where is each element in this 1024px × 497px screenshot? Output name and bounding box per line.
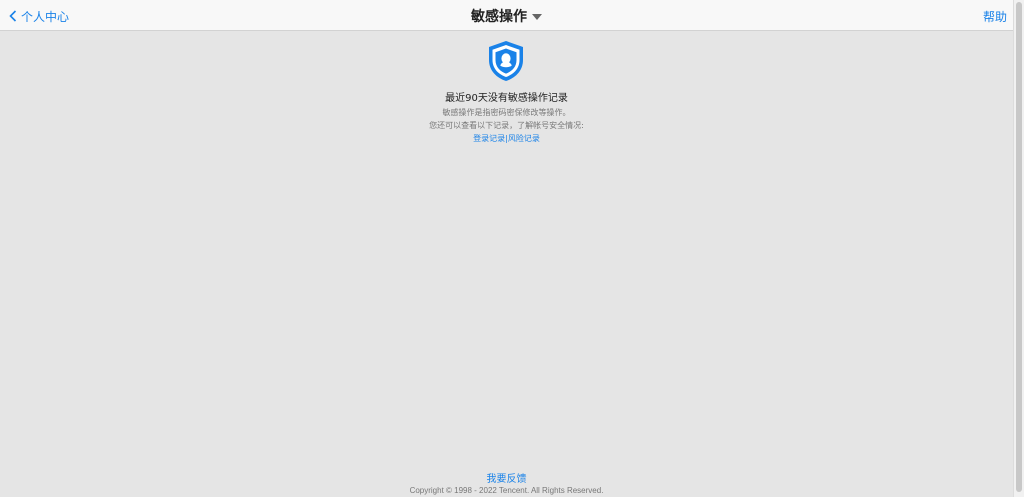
title-container: 敏感操作 (0, 6, 1013, 26)
scrollbar-thumb[interactable] (1016, 2, 1022, 492)
empty-state-title: 最近90天没有敏感操作记录 (445, 93, 568, 104)
page: 个人中心 敏感操作 帮助 最近90天没有敏感操作记录 敏感操作是指密码密保修改等… (0, 0, 1013, 497)
help-link[interactable]: 帮助 (983, 8, 1007, 25)
feedback-container: 我要反馈 (0, 470, 1013, 485)
page-title: 敏感操作 (471, 9, 527, 25)
empty-state-description-line1: 敏感操作是指密码密保修改等操作。 (442, 108, 571, 117)
login-records-link[interactable]: 登录记录 (473, 134, 505, 143)
qq-shield-icon (489, 41, 523, 81)
risk-records-link[interactable]: 风险记录 (508, 134, 540, 143)
vertical-scrollbar[interactable] (1013, 0, 1024, 497)
caret-down-icon (532, 13, 542, 20)
empty-state-description-line2: 您还可以查看以下记录，了解帐号安全情况: (429, 121, 584, 130)
feedback-link[interactable]: 我要反馈 (487, 474, 527, 485)
copyright-text: Copyright © 1998 - 2022 Tencent. All Rig… (409, 486, 604, 495)
page-title-dropdown[interactable]: 敏感操作 (471, 6, 542, 26)
record-links: 登录记录|风险记录 (0, 133, 1013, 144)
top-nav-bar: 个人中心 敏感操作 帮助 (0, 0, 1013, 31)
